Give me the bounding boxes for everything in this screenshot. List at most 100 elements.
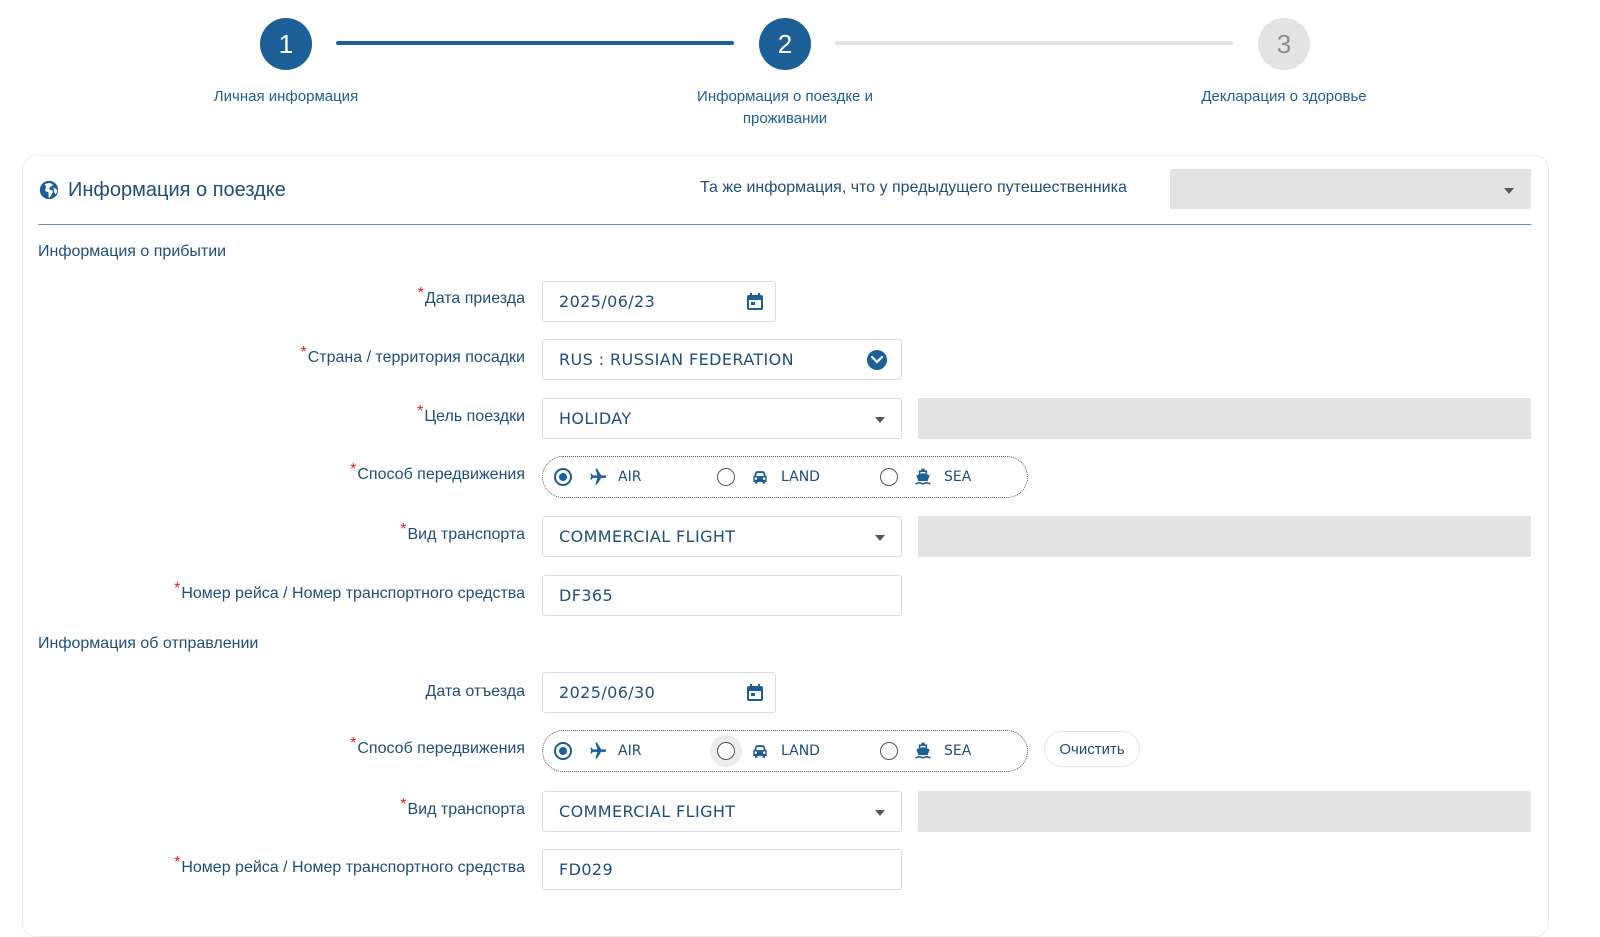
radio-button-checked[interactable] [554,468,572,486]
departure-transport-value: COMMERCIAL FLIGHT [559,802,736,821]
arrival-section-title: Информация о прибытии [38,243,227,260]
departure-mode-radio-group: AIR LAND SEA [542,730,1028,772]
departure-mode-air-label: AIR [618,743,642,759]
copy-previous-select[interactable] [1170,169,1531,209]
caret-down-icon [875,810,885,816]
airplane-icon [590,468,607,485]
radio-button[interactable] [880,468,898,486]
departure-date-value: 2025/06/30 [559,683,656,702]
departure-flight-label: *Номер рейса / Номер транспортного средс… [174,854,525,877]
departure-section-title: Информация об отправлении [38,635,259,652]
arrival-transport-other-input [918,516,1531,557]
arrival-flight-label-text: Номер рейса / Номер транспортного средст… [181,585,525,602]
trip-purpose-other-input [918,398,1531,439]
car-icon [753,745,767,758]
step-1-circle[interactable]: 1 [260,18,312,70]
required-asterisk: * [417,403,424,420]
arrival-mode-air-option[interactable]: AIR [554,457,641,497]
radio-button-checked[interactable] [554,742,572,760]
arrival-date-input[interactable]: 2025/06/23 [542,281,776,322]
globe-icon [39,180,59,200]
arrival-mode-label: *Способ передвижения [350,461,525,484]
departure-mode-land-option[interactable]: LAND [717,731,820,771]
ship-icon [915,468,931,485]
clear-button[interactable]: Очистить [1044,731,1140,767]
radio-button[interactable] [880,742,898,760]
departure-mode-land-label: LAND [781,743,820,759]
departure-transport-select[interactable]: COMMERCIAL FLIGHT [542,791,902,832]
chevron-down-circle-icon[interactable] [867,350,887,370]
caret-down-icon [875,417,885,423]
step-2-label-line2: проживании [742,110,828,127]
arrival-date-label: *Дата приезда [418,285,525,308]
arrival-mode-land-label: LAND [781,469,820,485]
ship-icon [915,742,931,759]
step-connector-1-2 [336,41,734,45]
arrival-transport-select[interactable]: COMMERCIAL FLIGHT [542,516,902,557]
airplane-icon [590,742,607,759]
step-3-label: Декларация о здоровье [1201,88,1367,105]
arrival-transport-label: *Вид транспорта [400,521,525,544]
caret-down-icon [1504,188,1514,194]
departure-date-label: Дата отъезда [425,683,525,701]
departure-mode-label: *Способ передвижения [350,735,525,758]
trip-purpose-select[interactable]: HOLIDAY [542,398,902,439]
embark-country-select[interactable]: RUS : RUSSIAN FEDERATION [542,339,902,380]
arrival-flight-label: *Номер рейса / Номер транспортного средс… [174,580,525,603]
required-asterisk: * [350,461,357,478]
step-2-label-line1: Информация о поездке и [697,88,873,105]
required-asterisk: * [400,796,407,813]
arrival-mode-sea-label: SEA [944,469,972,485]
car-icon [753,471,767,484]
trip-purpose-label: *Цель поездки [417,403,525,426]
required-asterisk: * [174,580,181,597]
arrival-transport-value: COMMERCIAL FLIGHT [559,527,736,546]
departure-mode-air-option[interactable]: AIR [554,731,641,771]
departure-mode-label-text: Способ передвижения [357,740,525,757]
trip-purpose-value: HOLIDAY [559,409,632,428]
step-2-circle[interactable]: 2 [759,18,811,70]
arrival-date-label-text: Дата приезда [424,290,525,307]
copy-previous-label: Та же информация, что у предыдущего путе… [700,179,1127,196]
step-2-label: Информация о поездке и проживании [655,86,915,130]
arrival-flight-input[interactable]: DF365 [542,575,902,616]
embark-country-value: RUS : RUSSIAN FEDERATION [559,350,794,369]
departure-transport-label: *Вид транспорта [400,796,525,819]
departure-transport-other-input [918,791,1531,832]
departure-transport-label-text: Вид транспорта [407,801,525,818]
calendar-icon[interactable] [745,292,765,312]
caret-down-icon [875,535,885,541]
card-title-text: Информация о поездке [68,178,286,201]
arrival-mode-sea-option[interactable]: SEA [880,457,971,497]
radio-button[interactable] [717,468,735,486]
step-3-circle: 3 [1258,18,1310,70]
arrival-mode-land-option[interactable]: LAND [717,457,820,497]
departure-date-label-text: Дата отъезда [425,683,525,700]
trip-purpose-label-text: Цель поездки [424,408,525,425]
arrival-date-value: 2025/06/23 [559,292,656,311]
arrival-flight-value: DF365 [559,586,614,605]
required-asterisk: * [174,854,181,871]
departure-flight-label-text: Номер рейса / Номер транспортного средст… [181,859,525,876]
card-divider [38,224,1531,225]
embark-country-label-text: Страна / территория посадки [307,349,525,366]
arrival-transport-label-text: Вид транспорта [407,526,525,543]
departure-flight-input[interactable]: FD029 [542,849,902,890]
card-title: Информация о поездке [38,176,286,204]
departure-mode-sea-option[interactable]: SEA [880,731,971,771]
required-asterisk: * [400,521,407,538]
required-asterisk: * [417,285,424,302]
arrival-mode-label-text: Способ передвижения [357,466,525,483]
departure-date-input[interactable]: 2025/06/30 [542,672,776,713]
departure-mode-sea-label: SEA [944,743,972,759]
step-1-label: Личная информация [213,88,359,105]
arrival-mode-air-label: AIR [618,469,642,485]
required-asterisk: * [300,344,307,361]
radio-button[interactable] [717,742,735,760]
arrival-mode-radio-group: AIR LAND SEA [542,456,1028,498]
required-asterisk: * [350,735,357,752]
departure-flight-value: FD029 [559,860,614,879]
embark-country-label: *Страна / территория посадки [301,344,526,367]
progress-stepper: 1 Личная информация 2 Информация о поезд… [0,0,1600,140]
calendar-icon[interactable] [745,683,765,703]
